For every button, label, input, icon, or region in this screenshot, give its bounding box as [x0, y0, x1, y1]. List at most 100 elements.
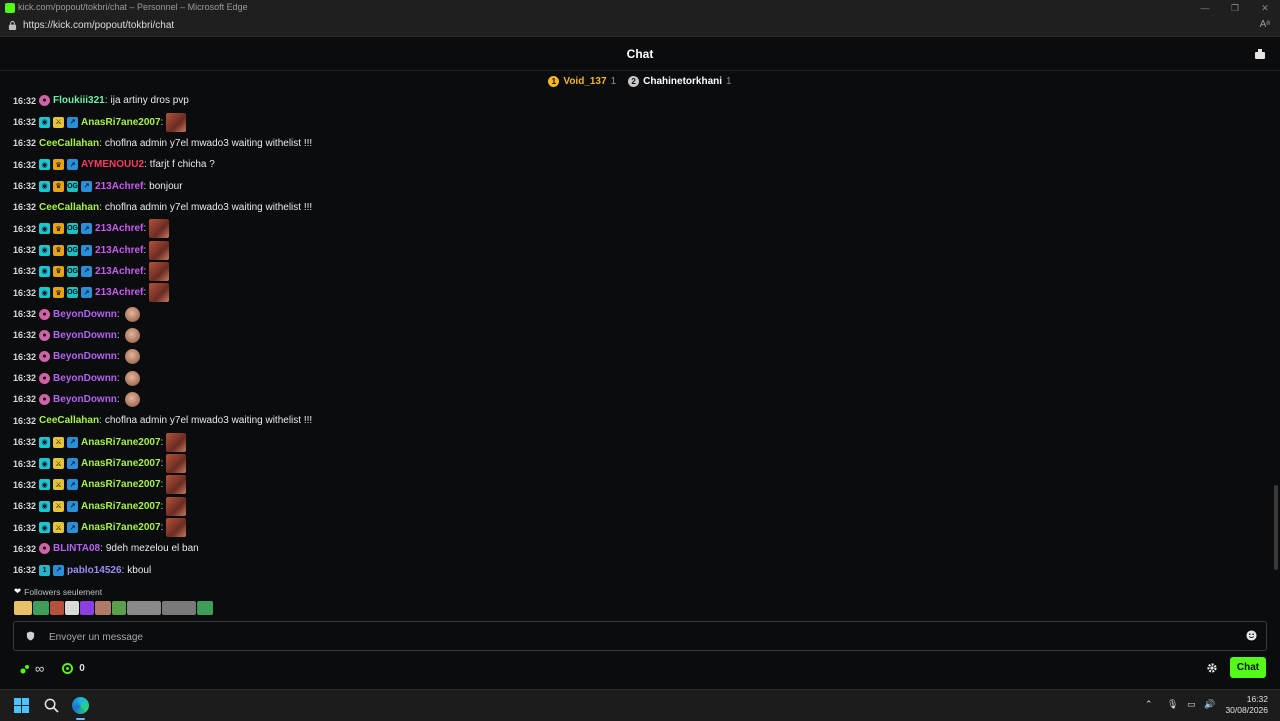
- gift-badge-icon[interactable]: ↗: [81, 244, 93, 256]
- tray-chevron-icon[interactable]: ⌃: [1145, 699, 1153, 710]
- sword-badge-icon[interactable]: ⚔: [53, 116, 65, 128]
- message-username[interactable]: BeyonDownn: [53, 351, 117, 362]
- sub-badge-icon[interactable]: ◉: [39, 287, 51, 299]
- chat-message[interactable]: 16:32 ◉ ♛ ↗ AYMENOUU2: tfarjt f chicha ?: [13, 154, 1263, 175]
- poop-badge-icon[interactable]: ●: [39, 543, 51, 555]
- quick-emote[interactable]: [112, 601, 126, 615]
- gift-badge-icon[interactable]: ↗: [81, 180, 93, 192]
- chat-emote-image[interactable]: [124, 349, 140, 365]
- chat-message[interactable]: 16:32 ● BeyonDownn:: [13, 346, 1263, 367]
- chat-emote-image[interactable]: [166, 112, 187, 132]
- quick-emote[interactable]: [33, 601, 49, 615]
- chat-emote-image[interactable]: [124, 370, 140, 386]
- vip-badge-icon[interactable]: ♛: [53, 265, 65, 277]
- scrollbar-thumb[interactable]: [1274, 485, 1278, 570]
- restore-button[interactable]: ❐: [1220, 0, 1250, 16]
- sub-badge-icon[interactable]: ◉: [39, 500, 51, 512]
- og-badge-icon[interactable]: OG: [67, 244, 79, 256]
- gift-badge-icon[interactable]: ↗: [67, 159, 79, 171]
- minimize-button[interactable]: —: [1190, 0, 1220, 16]
- message-username[interactable]: 213Achref: [95, 181, 143, 192]
- sub-badge-icon[interactable]: ◉: [39, 244, 51, 256]
- message-input-box[interactable]: [13, 621, 1267, 651]
- message-username[interactable]: 213Achref: [95, 287, 143, 298]
- quick-emote[interactable]: [80, 601, 94, 615]
- microphone-icon[interactable]: 🎙: [1167, 699, 1178, 710]
- og-badge-icon[interactable]: OG: [67, 265, 79, 277]
- settings-gear-icon[interactable]: [1206, 662, 1218, 674]
- gift-badge-icon[interactable]: ↗: [67, 522, 79, 534]
- sword-badge-icon[interactable]: ⚔: [53, 479, 65, 491]
- chat-message[interactable]: 16:32 CeeCallahan: choflna admin y7el mwad…: [13, 410, 1263, 431]
- chat-emote-image[interactable]: [149, 219, 170, 239]
- message-input[interactable]: [47, 627, 1231, 647]
- gifter-2[interactable]: 2 Chahinetorkhani 1: [628, 75, 732, 87]
- message-username[interactable]: AnasRi7ane2007: [81, 117, 161, 128]
- gift-badge-icon[interactable]: ↗: [81, 287, 93, 299]
- sub-badge-icon[interactable]: ◉: [39, 159, 51, 171]
- message-username[interactable]: BeyonDownn: [53, 394, 117, 405]
- chat-message[interactable]: 16:32 CeeCallahan: choflna admin y7el mwad…: [13, 133, 1263, 154]
- poop-badge-icon[interactable]: ●: [39, 95, 51, 107]
- volume-icon[interactable]: 🔊: [1204, 699, 1215, 710]
- chat-message[interactable]: 16:32 ● BeyonDownn:: [13, 303, 1263, 324]
- gift-badge-icon[interactable]: ↗: [67, 458, 79, 470]
- sub-badge-icon[interactable]: ◉: [39, 436, 51, 448]
- message-username[interactable]: BeyonDownn: [53, 309, 117, 320]
- poop-badge-icon[interactable]: ●: [39, 308, 51, 320]
- sub-badge-icon[interactable]: ◉: [39, 223, 51, 235]
- message-username[interactable]: AnasRi7ane2007: [81, 437, 161, 448]
- message-username[interactable]: AnasRi7ane2007: [81, 458, 161, 469]
- og-badge-icon[interactable]: OG: [67, 223, 79, 235]
- chat-emote-image[interactable]: [166, 432, 187, 452]
- quick-emote[interactable]: [162, 601, 196, 615]
- message-username[interactable]: AnasRi7ane2007: [81, 479, 161, 490]
- gift-badge-icon[interactable]: ↗: [67, 436, 79, 448]
- chat-message[interactable]: 16:32 ◉ ♛ OG ↗ 213Achref:: [13, 282, 1263, 303]
- message-username[interactable]: AYMENOUU2: [81, 159, 144, 170]
- sword-badge-icon[interactable]: ⚔: [53, 458, 65, 470]
- gifter-1[interactable]: 1 Void_137 1: [548, 75, 616, 87]
- chat-message[interactable]: 16:32 1 ↗ pablo14526: kboul: [13, 560, 1263, 578]
- quick-emote[interactable]: [127, 601, 161, 615]
- vip-badge-icon[interactable]: ♛: [53, 159, 65, 171]
- close-window-button[interactable]: ✕: [1250, 0, 1280, 16]
- vip-badge-icon[interactable]: ♛: [53, 244, 65, 256]
- message-username[interactable]: CeeCallahan: [39, 138, 99, 149]
- chat-message[interactable]: 16:32 ◉ ♛ OG ↗ 213Achref: bonjour: [13, 175, 1263, 196]
- chat-message[interactable]: 16:32 ◉ ⚔ ↗ AnasRi7ane2007:: [13, 517, 1263, 538]
- chat-message[interactable]: 16:32 ◉ ♛ OG ↗ 213Achref:: [13, 218, 1263, 239]
- taskbar-search-icon[interactable]: [44, 698, 59, 713]
- sword-badge-icon[interactable]: ⚔: [53, 522, 65, 534]
- chat-scrollbar[interactable]: [1274, 90, 1278, 578]
- message-username[interactable]: AnasRi7ane2007: [81, 522, 161, 533]
- quick-emote[interactable]: [95, 601, 111, 615]
- one-badge-icon[interactable]: 1: [39, 564, 51, 576]
- gift-badge-icon[interactable]: ↗: [67, 116, 79, 128]
- vip-badge-icon[interactable]: ♛: [53, 287, 65, 299]
- sub-badge-icon[interactable]: ◉: [39, 116, 51, 128]
- chat-emote-image[interactable]: [124, 306, 140, 322]
- chat-emote-image[interactable]: [124, 327, 140, 343]
- read-aloud-icon[interactable]: Aᵃ: [1260, 19, 1270, 30]
- quick-emote[interactable]: [14, 601, 32, 615]
- vip-badge-icon[interactable]: ♛: [53, 223, 65, 235]
- chat-emote-image[interactable]: [149, 261, 170, 281]
- url-text[interactable]: https://kick.com/popout/tokbri/chat: [23, 20, 174, 31]
- og-badge-icon[interactable]: OG: [67, 287, 79, 299]
- chat-message[interactable]: 16:32 ◉ ♛ OG ↗ 213Achref:: [13, 261, 1263, 282]
- message-username[interactable]: Floukiii321: [53, 95, 105, 106]
- chat-message[interactable]: 16:32 ◉ ⚔ ↗ AnasRi7ane2007:: [13, 453, 1263, 474]
- channel-points-icon[interactable]: [62, 663, 74, 674]
- vip-badge-icon[interactable]: ♛: [53, 180, 65, 192]
- system-clock[interactable]: 16:32 30/08/2026: [1225, 694, 1268, 716]
- quick-emote[interactable]: [65, 601, 79, 615]
- chat-message[interactable]: 16:32 ● BeyonDownn:: [13, 325, 1263, 346]
- message-username[interactable]: CeeCallahan: [39, 202, 99, 213]
- chat-message[interactable]: 16:32 ◉ ♛ OG ↗ 213Achref:: [13, 239, 1263, 260]
- gift-badge-icon[interactable]: ↗: [81, 223, 93, 235]
- sword-badge-icon[interactable]: ⚔: [53, 436, 65, 448]
- chat-emote-image[interactable]: [166, 496, 187, 516]
- sub-badge-icon[interactable]: ◉: [39, 265, 51, 277]
- message-username[interactable]: AnasRi7ane2007: [81, 501, 161, 512]
